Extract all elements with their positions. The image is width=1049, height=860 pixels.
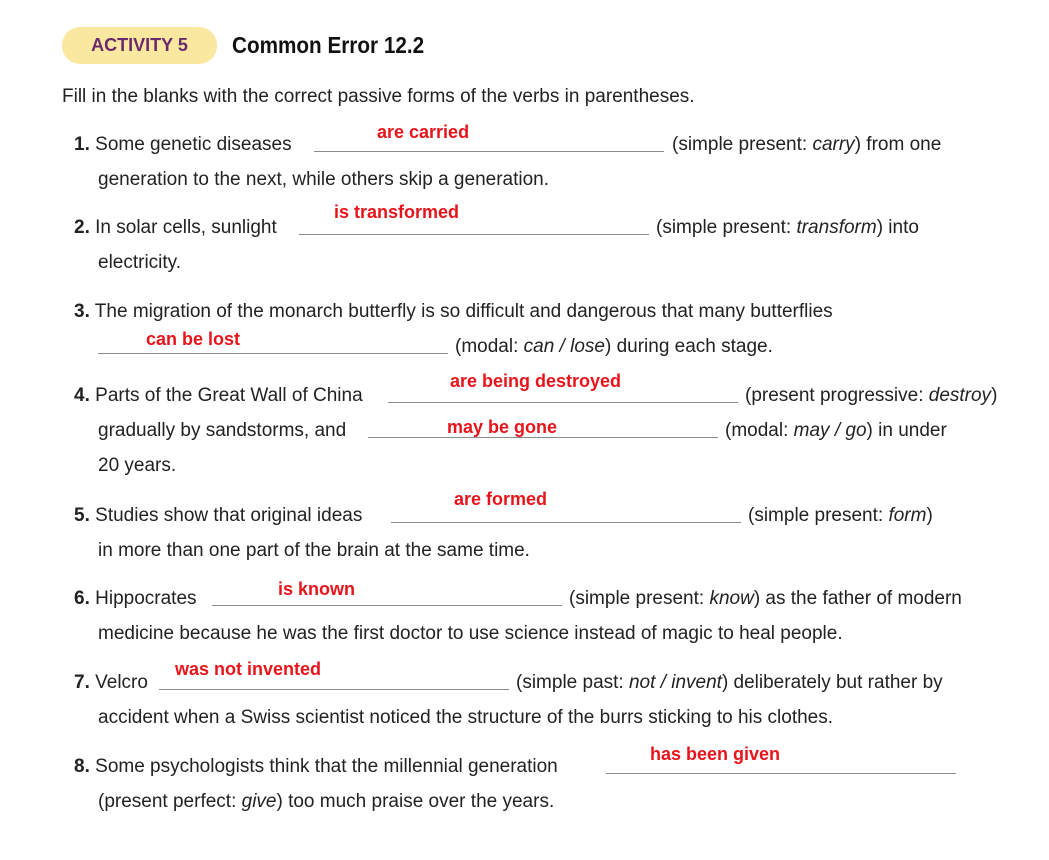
answer-text: are carried (377, 122, 470, 142)
answer-blank[interactable] (98, 353, 448, 354)
item-6-hint: (simple present: know) as the father of … (569, 588, 962, 609)
item-number: 1. (74, 134, 90, 155)
item-text: Some psychologists think that the millen… (95, 756, 558, 777)
item-1-line-1: 1. Some genetic diseases (74, 134, 292, 156)
item-number: 8. (74, 756, 90, 777)
answer-text-2: may be gone (447, 417, 558, 437)
item-number: 6. (74, 588, 90, 609)
item-5-hint: (simple present: form) (748, 505, 933, 526)
answer-blank[interactable] (388, 402, 738, 403)
verb-hint: form (888, 505, 927, 526)
item-number: 7. (74, 672, 90, 693)
verb-hint: destroy (928, 385, 992, 406)
item-8-line-1: 8. Some psychologists think that the mil… (74, 756, 558, 778)
item-5-line-1: 5. Studies show that original ideas (74, 505, 362, 527)
item-number: 3. (74, 301, 90, 322)
item-text: Velcro (95, 672, 148, 693)
item-text: Hippocrates (95, 588, 197, 609)
item-4-hint: (present progressive: destroy) (745, 385, 998, 406)
item-4-line-2: gradually by sandstorms, and (98, 420, 347, 441)
item-text: Parts of the Great Wall of China (95, 385, 363, 406)
answer-text: is transformed (334, 202, 460, 222)
answer-blank[interactable] (606, 773, 956, 774)
item-7-line-1: 7. Velcro (74, 672, 148, 694)
answer-blank[interactable] (159, 689, 509, 690)
item-text: The migration of the monarch butterfly i… (94, 301, 833, 322)
item-2-hint: (simple present: transform) into (656, 217, 919, 238)
item-4-hint-2: (modal: may / go) in under (725, 420, 947, 441)
item-continuation: 20 years. (98, 455, 177, 476)
item-number: 2. (74, 217, 90, 238)
instructions: Fill in the blanks with the correct pass… (62, 86, 695, 107)
answer-text: are formed (454, 489, 548, 509)
item-number: 4. (74, 385, 90, 406)
item-text: Studies show that original ideas (95, 505, 363, 526)
answer-text: can be lost (146, 329, 241, 349)
item-8-line-2: (present perfect: give) too much praise … (98, 791, 555, 812)
item-continuation: in more than one part of the brain at th… (98, 540, 530, 561)
item-3-hint: (modal: can / lose) during each stage. (455, 336, 773, 357)
item-3-line-1: 3. The migration of the monarch butterfl… (74, 301, 833, 323)
item-2-line-1: 2. In solar cells, sunlight (74, 217, 277, 239)
activity-badge: ACTIVITY 5 (62, 27, 217, 64)
verb-hint: know (709, 588, 754, 609)
verb-hint: give (241, 791, 277, 812)
answer-text: was not invented (175, 659, 322, 679)
verb-hint: not / invent (628, 672, 722, 693)
item-continuation: medicine because he was the first doctor… (98, 623, 843, 644)
item-continuation: accident when a Swiss scientist noticed … (98, 707, 834, 728)
verb-hint: carry (812, 134, 855, 155)
answer-text: are being destroyed (450, 371, 622, 391)
item-6-line-1: 6. Hippocrates (74, 588, 197, 610)
answer-text: is known (278, 579, 356, 599)
answer-blank[interactable] (212, 605, 562, 606)
answer-text: has been given (650, 744, 781, 764)
answer-blank[interactable] (299, 234, 649, 235)
item-4-line-1: 4. Parts of the Great Wall of China (74, 385, 363, 407)
verb-hint: can / lose (523, 336, 605, 357)
answer-blank[interactable] (391, 522, 741, 523)
item-number: 5. (74, 505, 90, 526)
verb-hint: transform (796, 217, 877, 238)
item-text: In solar cells, sunlight (95, 217, 277, 238)
page-title: Common Error 12.2 (232, 32, 425, 58)
verb-hint: may / go (793, 420, 867, 441)
answer-blank[interactable] (314, 151, 664, 152)
item-continuation: electricity. (98, 252, 182, 273)
item-7-hint: (simple past: not / invent) deliberately… (516, 672, 943, 693)
item-text: Some genetic diseases (95, 134, 292, 155)
item-1-hint: (simple present: carry) from one (672, 134, 942, 155)
item-continuation: generation to the next, while others ski… (98, 169, 550, 190)
